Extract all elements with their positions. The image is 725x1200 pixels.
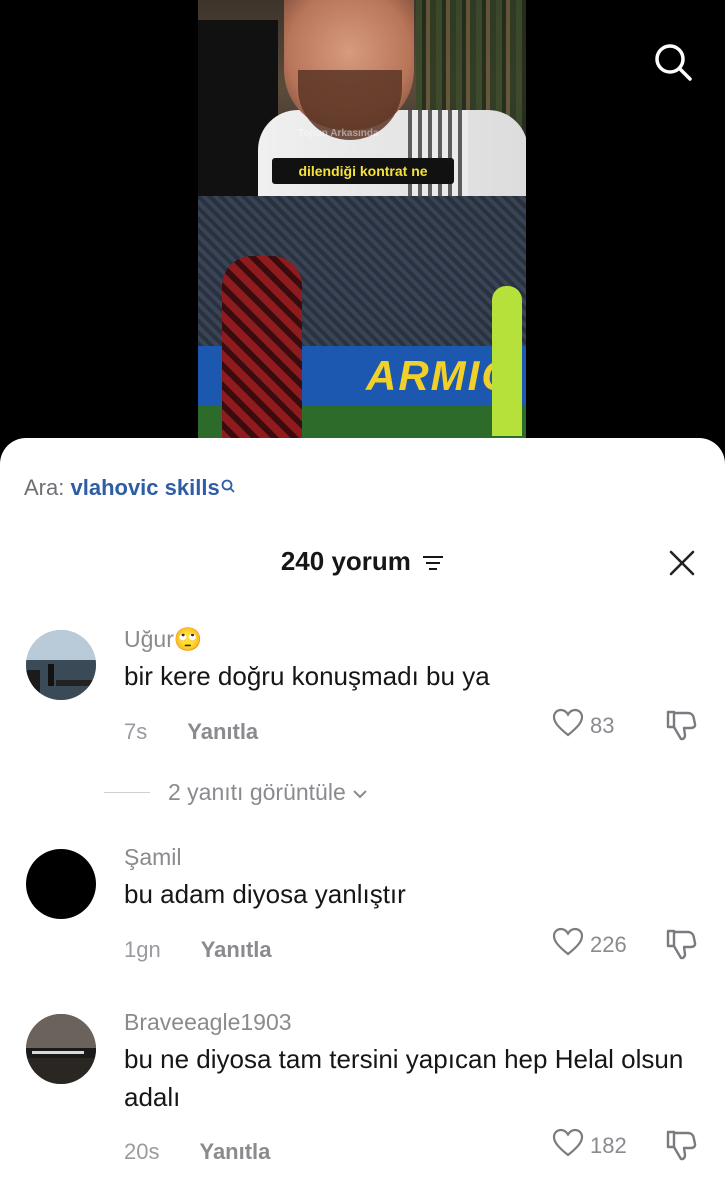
view-replies-label[interactable]: 2 yanıtı görüntüle bbox=[168, 779, 346, 806]
player-figure-2 bbox=[492, 286, 522, 436]
comment-text: bu adam diyosa yanlıştır bbox=[124, 879, 406, 909]
comment-count-header: 240 yorum bbox=[0, 546, 725, 579]
like-count: 226 bbox=[590, 932, 627, 957]
related-search[interactable]: Ara: vlahovic skills bbox=[24, 475, 235, 501]
comment-text: bir kere doğru konuşmadı bu ya bbox=[124, 661, 490, 691]
chevron-down-icon bbox=[352, 779, 368, 806]
like-count: 182 bbox=[590, 1133, 627, 1158]
reply-button[interactable]: Yanıtla bbox=[199, 1139, 270, 1164]
sort-icon[interactable] bbox=[422, 548, 444, 579]
heart-icon bbox=[552, 708, 590, 744]
reply-button[interactable]: Yanıtla bbox=[201, 937, 272, 962]
video-caption: dilendiği kontrat ne bbox=[298, 163, 428, 179]
thumbs-down-icon[interactable] bbox=[664, 927, 698, 961]
video-bottom-frame: ARMIO bbox=[198, 196, 526, 440]
search-term-link[interactable]: vlahovic skills bbox=[70, 475, 219, 500]
avatar[interactable] bbox=[26, 849, 96, 919]
heart-icon bbox=[552, 927, 590, 963]
heart-icon bbox=[552, 1128, 590, 1164]
comment-time: 7s bbox=[124, 719, 148, 744]
search-icon[interactable] bbox=[653, 42, 693, 82]
comment-count: 240 yorum bbox=[280, 546, 411, 576]
video-watermark: Topun Arkasında bbox=[298, 128, 379, 139]
video-player[interactable]: Topun Arkasında dilendiği kontrat ne ARM… bbox=[198, 0, 526, 440]
thumbs-down-icon[interactable] bbox=[664, 708, 698, 742]
like-button[interactable]: 226 bbox=[552, 927, 627, 963]
thumbs-down-icon[interactable] bbox=[664, 1128, 698, 1162]
avatar[interactable] bbox=[26, 1014, 96, 1084]
like-button[interactable]: 83 bbox=[552, 708, 614, 744]
comment-time: 1gn bbox=[124, 937, 161, 962]
close-icon[interactable] bbox=[668, 549, 696, 577]
comment-username[interactable]: Şamil bbox=[124, 844, 182, 871]
avatar[interactable] bbox=[26, 630, 96, 700]
comment-meta: 7s Yanıtla bbox=[124, 719, 258, 745]
comment-meta: 20s Yanıtla bbox=[124, 1139, 270, 1165]
comment-username[interactable]: Uğur🙄 bbox=[124, 626, 203, 653]
video-top-frame: Topun Arkasında dilendiği kontrat ne bbox=[198, 0, 526, 196]
comment-username[interactable]: Braveeagle1903 bbox=[124, 1009, 292, 1036]
comment-time: 20s bbox=[124, 1139, 160, 1164]
like-button[interactable]: 182 bbox=[552, 1128, 627, 1164]
comment-text: bu ne diyosa tam tersini yapıcan hep Hel… bbox=[124, 1044, 684, 1112]
like-count: 83 bbox=[590, 713, 615, 738]
search-prefix: Ara: bbox=[24, 475, 65, 500]
comment-meta: 1gn Yanıtla bbox=[124, 937, 272, 963]
divider-line bbox=[104, 792, 150, 793]
player-figure bbox=[222, 256, 302, 440]
magnifier-icon bbox=[221, 475, 235, 501]
reply-button[interactable]: Yanıtla bbox=[187, 719, 258, 744]
view-replies[interactable]: 2 yanıtı görüntüle bbox=[104, 779, 368, 806]
